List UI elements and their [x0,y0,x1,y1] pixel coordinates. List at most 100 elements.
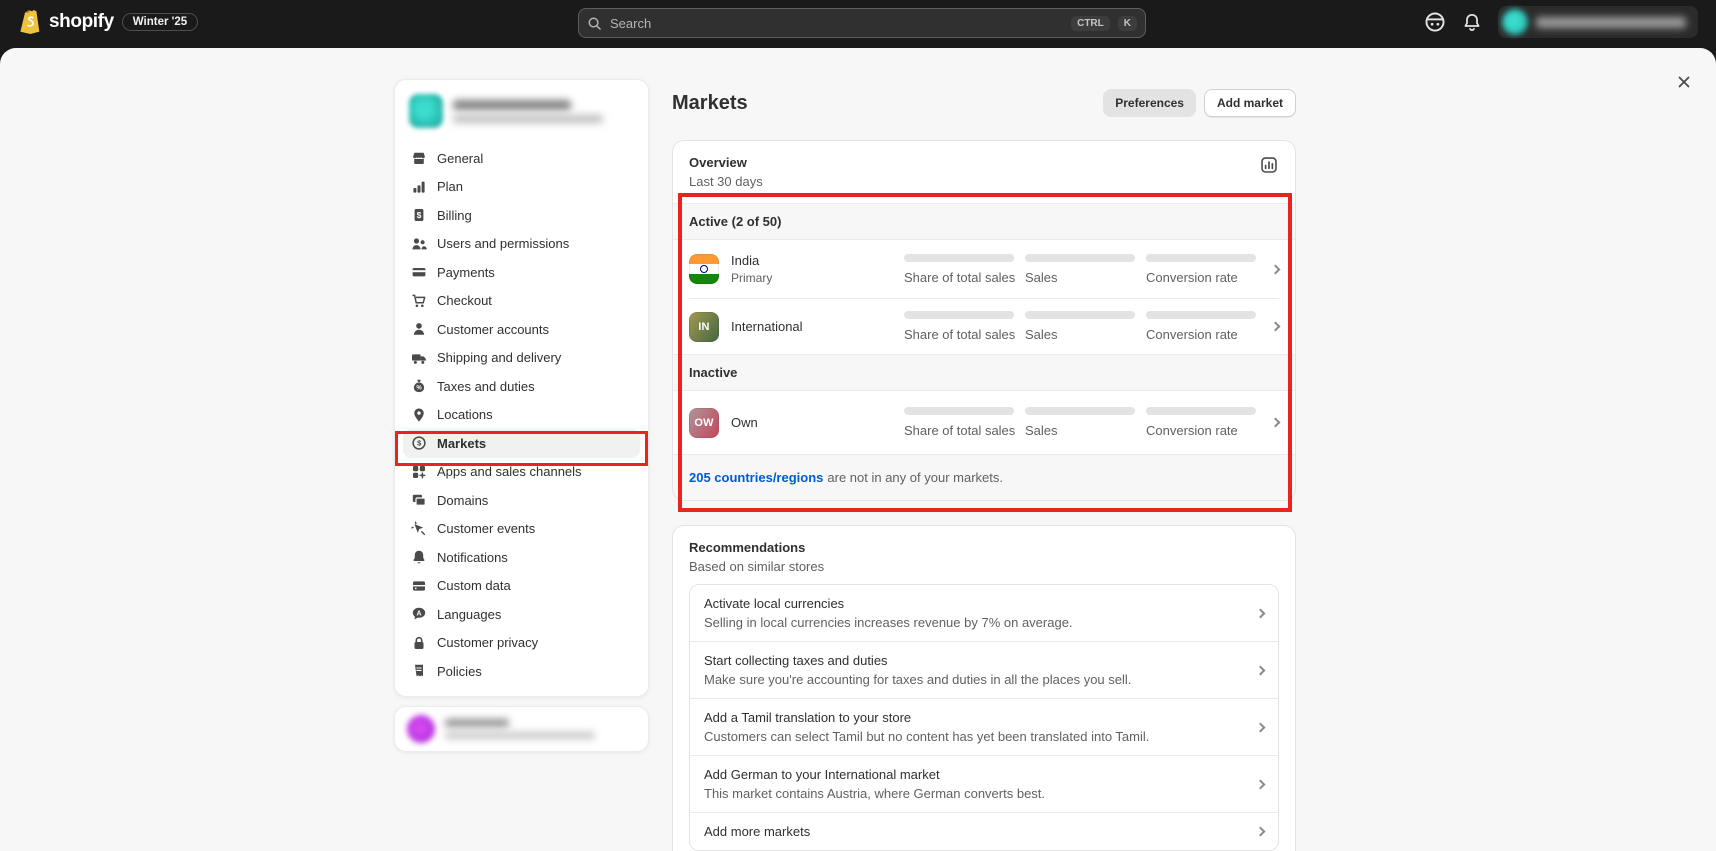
recommendations-subtitle: Based on similar stores [689,559,1279,574]
footer-text: are not in any of your markets. [827,470,1003,485]
sidebar-item-markets[interactable]: $ Markets [403,429,640,458]
metric-placeholder-bar [904,407,1014,415]
sidebar-item-apps-and-sales-channels[interactable]: Apps and sales channels [403,458,640,487]
recommendation-local-currencies[interactable]: Activate local currencies Selling in loc… [690,585,1278,641]
sidebar-item-notifications[interactable]: Notifications [403,543,640,572]
market-row-international[interactable]: IN International Share of total sales Sa… [673,299,1295,354]
sidebar-item-general[interactable]: General [403,144,640,173]
market-row-india[interactable]: India Primary Share of total sales Sales… [673,240,1295,298]
plan-icon [411,179,427,195]
chevron-right-icon [1256,665,1266,675]
k-keycap: K [1118,16,1137,31]
metric-placeholder-bar [904,311,1014,319]
sidebar-item-locations[interactable]: Locations [403,401,640,430]
sidebar-item-billing[interactable]: $ Billing [403,201,640,230]
sidebar-item-label: Shipping and delivery [437,350,561,365]
metric-placeholder-bar [1146,254,1256,262]
search-input[interactable] [610,16,1063,31]
international-badge: IN [689,312,719,342]
global-search[interactable]: CTRL K [578,8,1146,38]
sidebar-item-customer-privacy[interactable]: Customer privacy [403,629,640,658]
add-market-button[interactable]: Add market [1204,89,1296,117]
recommendation-tamil-translation[interactable]: Add a Tamil translation to your store Cu… [690,698,1278,755]
store-name-redacted [453,100,603,123]
sidebar-item-languages[interactable]: A Languages [403,600,640,629]
market-name: India [731,253,772,268]
sidebar-item-customer-accounts[interactable]: Customer accounts [403,315,640,344]
sidebar-item-label: Languages [437,607,501,622]
overview-card: Overview Last 30 days Active (2 of 50) I… [672,140,1296,501]
overview-title: Overview [689,155,1279,170]
recommendation-title: Start collecting taxes and duties [704,653,1245,668]
top-bar: shopify Winter '25 CTRL K [0,0,1716,44]
store-name-redacted [1536,17,1686,28]
sidebar-item-taxes-and-duties[interactable]: % Taxes and duties [403,372,640,401]
secondary-account-card[interactable] [394,706,649,752]
shopify-brand[interactable]: shopify [18,9,114,35]
sidebar-item-label: Notifications [437,550,508,565]
ctrl-keycap: CTRL [1071,16,1110,31]
sidebar-item-label: Domains [437,493,488,508]
markets-page: Markets Preferences Add market Overview … [672,88,1296,851]
sidebar-item-label: Users and permissions [437,236,569,251]
view-report-button[interactable] [1257,153,1281,177]
countries-regions-link[interactable]: 205 countries/regions [689,470,823,485]
chevron-right-icon [1256,608,1266,618]
sidebar-item-plan[interactable]: Plan [403,173,640,202]
chevron-right-icon [1271,418,1281,428]
svg-text:%: % [416,386,422,392]
recommendation-taxes-duties[interactable]: Start collecting taxes and duties Make s… [690,641,1278,698]
metric-placeholder-bar [904,254,1014,262]
users-icon [411,236,427,252]
sidebar-item-payments[interactable]: Payments [403,258,640,287]
recommendation-title: Add a Tamil translation to your store [704,710,1245,725]
page-title: Markets [672,92,748,115]
sidebar-item-checkout[interactable]: Checkout [403,287,640,316]
metric-placeholder-bar [1146,407,1256,415]
sidebar-item-shipping-and-delivery[interactable]: Shipping and delivery [403,344,640,373]
customer-accounts-icon [411,321,427,337]
market-row-own[interactable]: OW Own Share of total sales Sales Conver… [673,391,1295,454]
sidebar-item-label: Markets [437,436,486,451]
store-icon [411,150,427,166]
recommendation-partial[interactable]: Add more markets [690,812,1278,850]
sidebar-item-policies[interactable]: Policies [403,657,640,686]
store-header[interactable] [395,80,648,140]
svg-text:$: $ [417,439,422,448]
account-menu[interactable] [1498,6,1698,38]
recommendations-list: Activate local currencies Selling in loc… [689,584,1279,851]
svg-text:A: A [416,611,421,618]
preferences-button[interactable]: Preferences [1103,89,1196,117]
checkout-icon [411,293,427,309]
close-button[interactable] [1670,68,1698,96]
policies-icon [411,663,427,679]
sidebar-item-custom-data[interactable]: Custom data [403,572,640,601]
metric-label: Sales [1025,327,1146,342]
store-avatar [1502,9,1528,35]
recommendations-card: Recommendations Based on similar stores … [672,525,1296,851]
user-avatar [407,715,435,743]
search-icon [587,16,602,31]
sidebar-item-label: Customer events [437,521,535,536]
own-badge: OW [689,408,719,438]
recommendation-description: Customers can select Tamil but no conten… [704,729,1245,744]
sidebar-item-users-and-permissions[interactable]: Users and permissions [403,230,640,259]
notifications-bell-icon[interactable] [1462,12,1482,33]
chevron-right-icon [1256,827,1266,837]
close-icon [1676,74,1692,90]
metric-placeholder-bar [1025,254,1135,262]
sidebar-item-domains[interactable]: Domains [403,486,640,515]
store-avatar [409,94,443,128]
recommendation-add-german[interactable]: Add German to your International market … [690,755,1278,812]
metric-label: Share of total sales [904,327,1025,342]
sidekick-icon[interactable] [1424,11,1446,33]
shopify-wordmark: shopify [49,11,114,33]
sidebar-item-customer-events[interactable]: Customer events [403,515,640,544]
svg-text:$: $ [417,210,422,220]
recommendations-title: Recommendations [689,540,1279,555]
chevron-right-icon [1271,264,1281,274]
active-section-header: Active (2 of 50) [673,203,1295,240]
settings-sidebar: General Plan $ Billing Users and permiss… [394,79,649,697]
recommendation-description: This market contains Austria, where Germ… [704,786,1245,801]
metric-placeholder-bar [1146,311,1256,319]
